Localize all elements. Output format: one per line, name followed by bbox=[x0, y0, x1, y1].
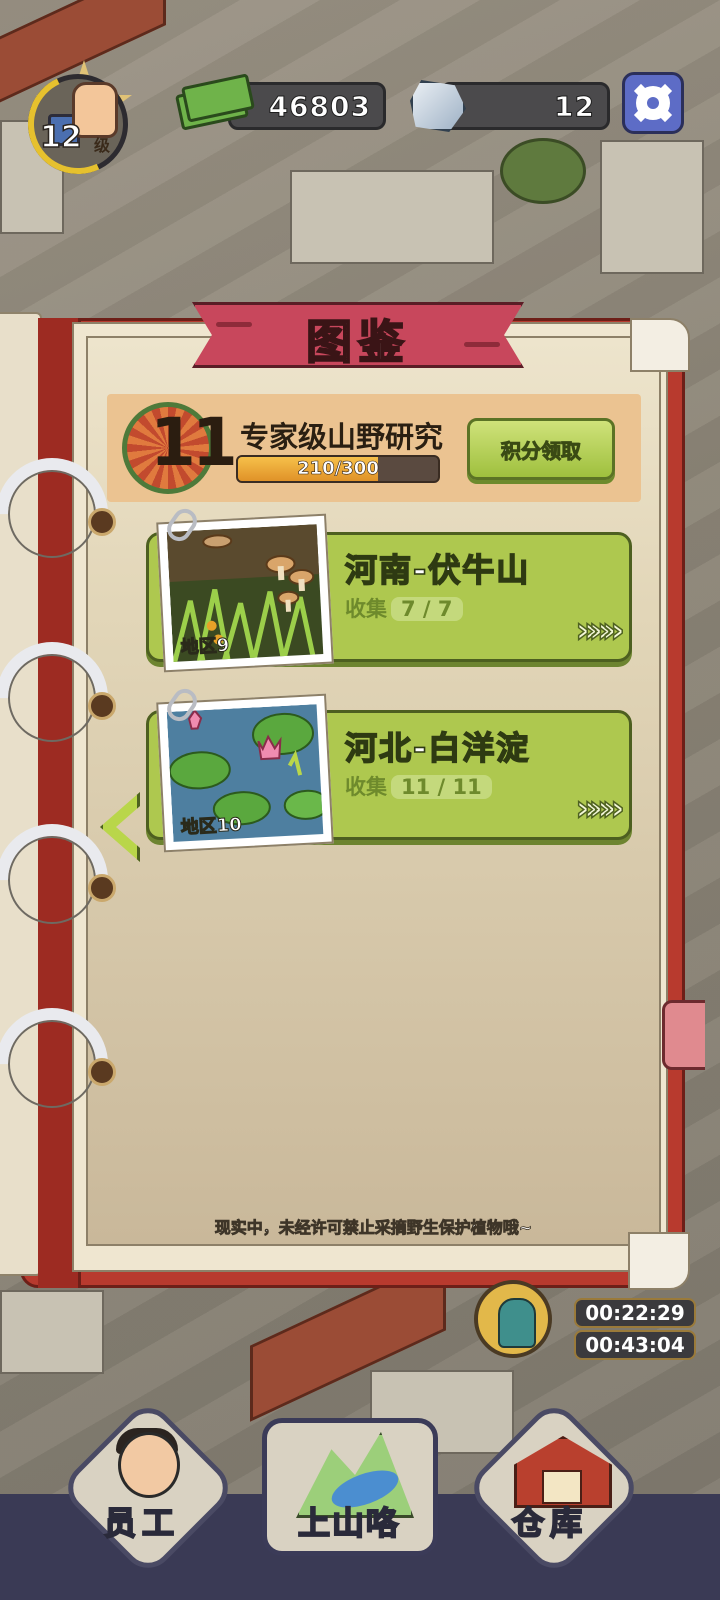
collect-count: 11 / 11 bbox=[391, 775, 492, 799]
nav-mountain-label: 上山咯 bbox=[297, 1503, 401, 1543]
page-corner-top bbox=[630, 318, 690, 372]
research-level: 11 bbox=[150, 404, 238, 481]
timer-2: 00:43:04 bbox=[574, 1330, 696, 1360]
gear-icon bbox=[636, 86, 670, 120]
region-area-label: 地区9 bbox=[180, 634, 231, 659]
claim-points-label: 积分领取 bbox=[501, 438, 582, 463]
claim-points-button[interactable]: 积分领取 bbox=[467, 418, 615, 480]
research-title: 专家级山野研究 bbox=[240, 420, 444, 454]
book-title: 图鉴 bbox=[305, 314, 410, 370]
page-corner-bottom bbox=[628, 1232, 690, 1290]
worker-avatar[interactable] bbox=[474, 1280, 552, 1358]
cash-value: 46803 bbox=[268, 90, 371, 124]
research-progress-text: 210/300 bbox=[297, 458, 379, 480]
staff-face bbox=[118, 1432, 180, 1498]
settings-button[interactable] bbox=[622, 72, 684, 134]
left-page-edge bbox=[0, 312, 42, 1276]
region-area-label: 地区10 bbox=[180, 814, 243, 839]
region-name: 河南-伏牛山 bbox=[344, 550, 531, 590]
collect-label: 收集 bbox=[345, 597, 387, 621]
title-ribbon: 图鉴 bbox=[192, 302, 524, 370]
player-level-unit: 级 bbox=[94, 136, 111, 155]
binder-ring bbox=[0, 434, 132, 594]
binder-ring bbox=[0, 618, 132, 778]
gem-counter[interactable]: 12 bbox=[440, 82, 610, 130]
chevrons-right-icon: »»» bbox=[574, 609, 625, 652]
protection-notice: 现实中，未经许可禁止采摘野生保护植物哦~ bbox=[214, 1218, 533, 1238]
collect-count: 7 / 7 bbox=[391, 597, 463, 621]
cash-icon bbox=[175, 73, 255, 131]
gem-value: 12 bbox=[554, 90, 595, 124]
binder-ring bbox=[0, 800, 132, 960]
region-collect: 收集 11 / 11 bbox=[345, 771, 492, 801]
collect-label: 收集 bbox=[345, 775, 387, 799]
side-bookmark-tab[interactable] bbox=[662, 1000, 705, 1070]
timer-1: 00:22:29 bbox=[574, 1298, 696, 1328]
player-level-badge[interactable]: 12 级 bbox=[13, 59, 143, 189]
chevrons-right-icon: »»» bbox=[574, 787, 625, 830]
previous-page-button[interactable] bbox=[100, 792, 140, 862]
region-collect: 收集 7 / 7 bbox=[345, 593, 463, 623]
chevron-left-icon bbox=[100, 792, 140, 862]
player-level: 12 bbox=[39, 119, 82, 156]
research-progress-bar: 210/300 bbox=[236, 455, 440, 483]
region-name: 河北-白洋淀 bbox=[344, 728, 531, 768]
nav-warehouse-label: 仓库 bbox=[511, 1503, 589, 1543]
binder-ring bbox=[0, 984, 132, 1144]
worker-icon bbox=[498, 1298, 536, 1348]
nav-staff-label: 员工 bbox=[103, 1503, 181, 1543]
